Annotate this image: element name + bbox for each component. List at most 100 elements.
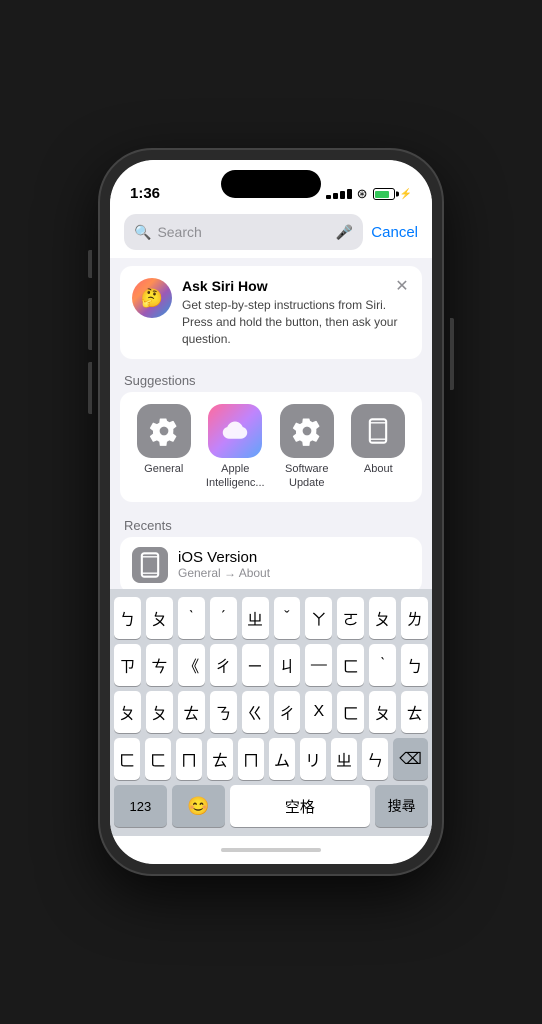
search-icon: 🔍 <box>134 224 151 241</box>
siri-card-title: Ask Siri How <box>182 278 410 294</box>
recents-card[interactable]: iOS Version General → About <box>120 537 422 589</box>
key-ㄊ3[interactable]: ㄊ <box>207 738 233 780</box>
key-ㄈ1[interactable]: ㄈ <box>337 644 364 686</box>
key-ㄈ4[interactable]: ㄈ <box>145 738 171 780</box>
status-time: 1:36 <box>130 185 160 202</box>
volume-down-button[interactable] <box>88 362 92 414</box>
signal-icon <box>326 189 352 199</box>
key-ㄅ[interactable]: ㄅ <box>114 597 141 639</box>
keyboard-row-1: ㄅ ㄆ ˋ ˊ ㄓ ˇ ㄚ ㄛ ㄆ ㄌ <box>114 597 428 639</box>
home-indicator[interactable] <box>221 848 321 852</box>
microphone-icon[interactable]: 🎤 <box>336 224 353 241</box>
search-bar-area: 🔍 Search 🎤 Cancel <box>110 208 432 258</box>
wifi-icon: ⊛ <box>357 186 368 202</box>
suggestions-section: Suggestions General <box>110 367 432 501</box>
space-key[interactable]: 空格 <box>230 785 371 827</box>
siri-content: Ask Siri How Get step-by-step instructio… <box>182 278 410 347</box>
key-ㄆ5[interactable]: ㄆ <box>369 691 396 733</box>
key-tone4b[interactable]: ˋ <box>369 644 396 686</box>
key-ㄆ1[interactable]: ㄆ <box>146 597 173 639</box>
key-ㄧ[interactable]: ㄧ <box>242 644 269 686</box>
mute-button[interactable] <box>88 250 92 278</box>
key-mu[interactable]: ム <box>269 738 295 780</box>
key-ㄈ2[interactable]: ㄈ <box>337 691 364 733</box>
emoji-key[interactable]: 😊 <box>172 785 225 827</box>
key-ㄛ[interactable]: ㄛ <box>337 597 364 639</box>
keyboard[interactable]: ㄅ ㄆ ˋ ˊ ㄓ ˇ ㄚ ㄛ ㄆ ㄌ ㄗ ㄘ 《 ㄔ ㄧ ㄐ — ㄈ <box>110 589 432 836</box>
key-ㄔ2[interactable]: ㄔ <box>274 691 301 733</box>
keyboard-row-bottom: 123 😊 空格 搜尋 <box>114 785 428 827</box>
battery-icon <box>373 188 395 200</box>
search-bar[interactable]: 🔍 Search 🎤 <box>124 214 363 250</box>
siri-card-description: Get step-by-step instructions from Siri.… <box>182 297 410 347</box>
key-ㄋ[interactable]: ㄋ <box>210 691 237 733</box>
about-icon <box>351 404 405 458</box>
key-ㄇ2[interactable]: ㄇ <box>238 738 264 780</box>
numbers-key[interactable]: 123 <box>114 785 167 827</box>
key-ㄍ[interactable]: ㄍ <box>242 691 269 733</box>
software-update-label: Software Update <box>273 463 341 489</box>
search-placeholder: Search <box>157 224 201 240</box>
key-x[interactable]: X <box>305 691 332 733</box>
key-ㄆ3[interactable]: ㄆ <box>114 691 141 733</box>
charging-icon: ⚡ <box>400 189 412 200</box>
content-area: 🤔 Ask Siri How Get step-by-step instruct… <box>110 258 432 589</box>
key-ㄚ[interactable]: ㄚ <box>305 597 332 639</box>
general-label: General <box>144 463 183 476</box>
status-icons: ⊛ ⚡ <box>326 186 412 202</box>
key-ㄌ1[interactable]: ㄌ <box>401 597 428 639</box>
recent-item-title: iOS Version <box>178 549 270 566</box>
siri-icon: 🤔 <box>132 278 172 318</box>
about-label: About <box>364 463 393 476</box>
key-guillemets[interactable]: 《 <box>178 644 205 686</box>
key-ㄓ2[interactable]: ㄓ <box>331 738 357 780</box>
key-tone2[interactable]: ˊ <box>210 597 237 639</box>
volume-up-button[interactable] <box>88 298 92 350</box>
suggestion-general[interactable]: General <box>130 404 198 489</box>
key-ㄈ3[interactable]: ㄈ <box>114 738 140 780</box>
suggestion-intelligence[interactable]: Apple Intelligenc... <box>201 404 269 489</box>
recent-item-icon <box>132 547 168 583</box>
phone-screen: 1:36 ⊛ ⚡ 🔍 Search 🎤 <box>110 160 432 864</box>
key-ㄊ2[interactable]: ㄊ <box>401 691 428 733</box>
search-key[interactable]: 搜尋 <box>375 785 428 827</box>
home-bar <box>110 836 432 864</box>
siri-close-button[interactable]: ✕ <box>392 276 412 296</box>
intelligence-label: Apple Intelligenc... <box>201 463 269 489</box>
dynamic-island <box>221 170 321 198</box>
suggestions-grid: General Apple Intelligenc... <box>120 392 422 501</box>
intelligence-icon <box>208 404 262 458</box>
key-ㄔ1[interactable]: ㄔ <box>210 644 237 686</box>
key-ri[interactable]: リ <box>300 738 326 780</box>
key-ㄣ[interactable]: ㄣ <box>362 738 388 780</box>
key-ㄆ2[interactable]: ㄆ <box>369 597 396 639</box>
suggestion-software-update[interactable]: Software Update <box>273 404 341 489</box>
delete-key[interactable]: ⌫ <box>393 738 428 780</box>
recents-header: Recents <box>110 512 432 537</box>
recent-item-subtitle: General → About <box>178 566 270 580</box>
key-ㄘ[interactable]: ㄘ <box>146 644 173 686</box>
key-ㄇ1[interactable]: ㄇ <box>176 738 202 780</box>
key-ㄗ[interactable]: ㄗ <box>114 644 141 686</box>
phone-frame: 1:36 ⊛ ⚡ 🔍 Search 🎤 <box>100 150 442 874</box>
general-icon <box>137 404 191 458</box>
key-ㄐ[interactable]: ㄐ <box>274 644 301 686</box>
suggestions-header: Suggestions <box>110 367 432 392</box>
suggestion-about[interactable]: About <box>344 404 412 489</box>
key-tone4[interactable]: ˋ <box>178 597 205 639</box>
software-update-icon <box>280 404 334 458</box>
recents-section: Recents iOS Version General → About <box>110 512 432 589</box>
key-ㄊ1[interactable]: ㄊ <box>178 691 205 733</box>
key-ㄓ[interactable]: ㄓ <box>242 597 269 639</box>
key-tone3[interactable]: ˇ <box>274 597 301 639</box>
key-dash[interactable]: — <box>305 644 332 686</box>
key-ㄆ4[interactable]: ㄆ <box>146 691 173 733</box>
cancel-button[interactable]: Cancel <box>371 224 418 241</box>
keyboard-row-3: ㄆ ㄆ ㄊ ㄋ ㄍ ㄔ X ㄈ ㄆ ㄊ <box>114 691 428 733</box>
keyboard-row-4: ㄈ ㄈ ㄇ ㄊ ㄇ ム リ ㄓ ㄣ ⌫ <box>114 738 428 780</box>
power-button[interactable] <box>450 318 454 390</box>
keyboard-row-2: ㄗ ㄘ 《 ㄔ ㄧ ㄐ — ㄈ ˋ ㄅ <box>114 644 428 686</box>
key-ㄅ2[interactable]: ㄅ <box>401 644 428 686</box>
siri-card: 🤔 Ask Siri How Get step-by-step instruct… <box>120 266 422 359</box>
recent-item-text: iOS Version General → About <box>178 549 270 580</box>
